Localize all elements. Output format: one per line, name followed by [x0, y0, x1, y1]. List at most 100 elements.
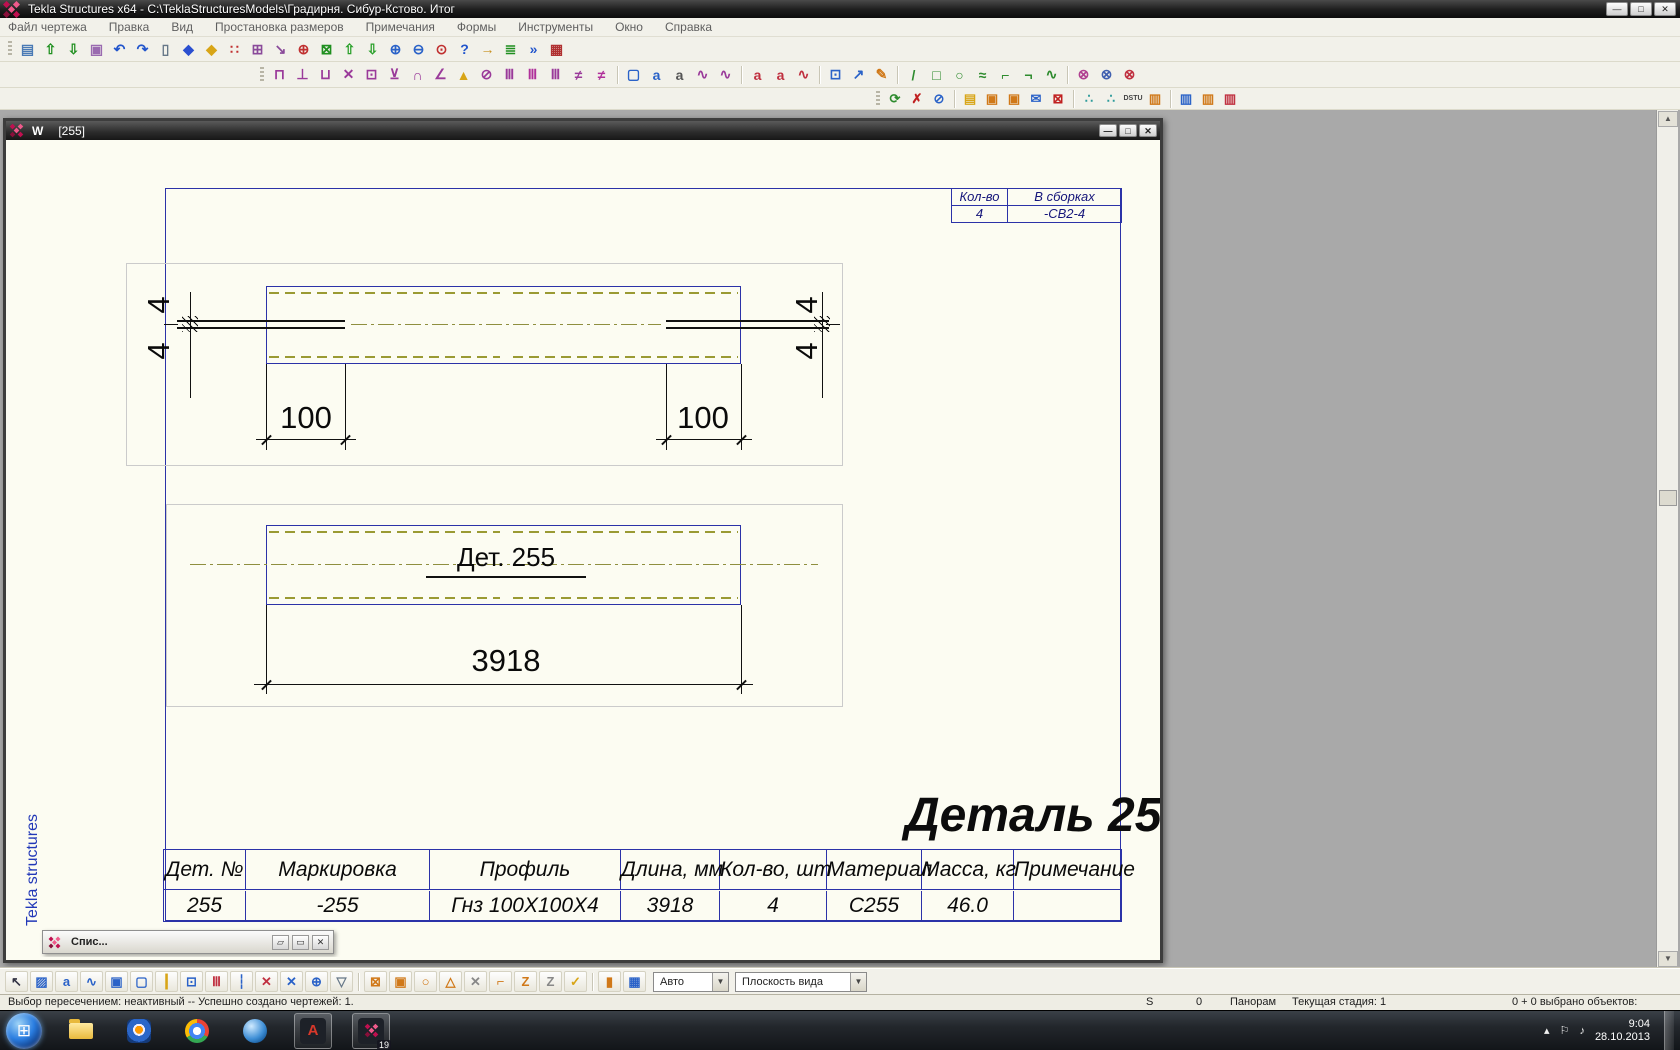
assembly-hierarchy-icon[interactable]: ∴ — [1101, 90, 1121, 108]
dim-unlink-icon[interactable]: ≠ — [591, 65, 612, 85]
work-plane-combobox[interactable]: Плоскость вида ▼ — [735, 972, 867, 992]
globe-app-icon[interactable] — [236, 1013, 274, 1049]
draw-polygon-icon[interactable]: ⌐ — [995, 65, 1016, 85]
drawing-list-icon[interactable]: ≣ — [500, 39, 521, 59]
dstu-export-icon[interactable]: DSTU — [1123, 90, 1143, 108]
select-hatch-icon[interactable]: ✕ — [280, 971, 303, 992]
marked-area-icon[interactable]: ▢ — [623, 65, 644, 85]
menu-item[interactable]: Файл чертежа — [8, 20, 87, 34]
depth-mode-combobox[interactable]: Авто ▼ — [653, 972, 729, 992]
dimension-3918[interactable]: 3918 — [416, 643, 596, 679]
snap-perpendicular-icon[interactable]: △ — [439, 971, 462, 992]
minimized-list-window[interactable]: Спис... ▱▭✕ — [42, 930, 334, 954]
folder-icon[interactable]: ▤ — [960, 90, 980, 108]
close-button[interactable]: ✕ — [1654, 2, 1676, 16]
detail-mark-icon[interactable]: ∿ — [715, 65, 736, 85]
maximize-button[interactable]: □ — [1630, 2, 1652, 16]
copy-drawing-icon[interactable]: ▤ — [17, 39, 38, 59]
dim-add-point-icon[interactable]: ⊔ — [315, 65, 336, 85]
select-all-switch-icon[interactable]: ↖ — [5, 971, 28, 992]
weld-mark-left[interactable] — [190, 292, 191, 398]
pan-view-icon[interactable]: ⊞ — [247, 39, 268, 59]
snap-z-off-icon[interactable]: Z — [539, 971, 562, 992]
hidden-icons-arrow[interactable]: ▴ — [1544, 1024, 1550, 1037]
draw-line-icon[interactable]: / — [903, 65, 924, 85]
toolbar-grip[interactable] — [876, 91, 880, 107]
autocad-icon[interactable]: A — [294, 1013, 332, 1049]
layout-red-icon[interactable]: ▥ — [1220, 90, 1240, 108]
menu-item[interactable]: Инструменты — [518, 20, 593, 34]
chevron-down-icon[interactable]: ▼ — [712, 973, 728, 991]
weld-size-text[interactable]: 4 — [792, 336, 822, 366]
minimize-button[interactable]: — — [1099, 124, 1117, 137]
draw-cloud-icon[interactable]: ∿ — [1041, 65, 1062, 85]
more-commands-icon[interactable]: » — [523, 39, 544, 59]
start-button[interactable]: ⊞ — [6, 1013, 42, 1049]
maximize-button[interactable]: ▭ — [292, 935, 309, 950]
dim-group-m-icon[interactable]: Ⅲ — [545, 65, 566, 85]
undo-icon[interactable]: ↶ — [109, 39, 130, 59]
tekla-taskbar-icon[interactable]: 19 — [352, 1013, 390, 1049]
text-note-line-icon[interactable]: a — [669, 65, 690, 85]
menu-item[interactable]: Правка — [109, 20, 150, 34]
symbol-icon[interactable]: ⊡ — [825, 65, 846, 85]
layout-orange-icon[interactable]: ▥ — [1145, 90, 1165, 108]
dim-group-icon[interactable]: Ⅲ — [499, 65, 520, 85]
select-lines-icon[interactable]: ∿ — [80, 971, 103, 992]
media-player-icon[interactable] — [120, 1013, 158, 1049]
plate-edge-right[interactable] — [666, 320, 829, 329]
maximize-button[interactable]: □ — [1119, 124, 1137, 137]
toolbar-grip[interactable] — [8, 41, 12, 57]
select-dimensions-icon[interactable]: Ⅲ — [205, 971, 228, 992]
taskbar-clock[interactable]: 9:04 28.10.2013 — [1595, 1018, 1654, 1044]
language-flag-icon[interactable]: ⚐ — [1560, 1024, 1570, 1037]
menu-item[interactable]: Вид — [171, 20, 193, 34]
menu-item[interactable]: Формы — [457, 20, 496, 34]
scroll-up-icon[interactable]: ▲ — [1658, 111, 1678, 127]
link-down-icon[interactable]: ⇩ — [362, 39, 383, 59]
quantity-table-cell[interactable]: 4 — [952, 206, 1008, 222]
colored-marks-icon[interactable]: ∷ — [224, 39, 245, 59]
select-filter-icon[interactable]: ▽ — [330, 971, 353, 992]
save-package-icon[interactable]: ⇩ — [63, 39, 84, 59]
snap-geometry-icon[interactable]: ▣ — [389, 971, 412, 992]
dim-angle-icon[interactable]: ∠ — [430, 65, 451, 85]
layout-bars-icon[interactable]: ▥ — [1198, 90, 1218, 108]
link-up-icon[interactable]: ⇧ — [339, 39, 360, 59]
chevron-down-icon[interactable]: ▼ — [850, 973, 866, 991]
dim-group-x-icon[interactable]: Ⅲ — [522, 65, 543, 85]
part-label[interactable]: Дет. 255 — [426, 542, 586, 578]
table-layout-icon[interactable]: ▦ — [546, 39, 567, 59]
drawing-title[interactable]: Деталь 255 — [905, 788, 1160, 843]
snap-corner-icon[interactable]: ⌐ — [489, 971, 512, 992]
snap-z-icon[interactable]: Z — [514, 971, 537, 992]
update-marks-icon[interactable]: ⟳ — [885, 90, 905, 108]
parts-table-cell[interactable]: 46.0 — [922, 891, 1014, 922]
dim-cone-icon[interactable]: ▲ — [453, 65, 474, 85]
clean-drawing-icon[interactable]: ⊘ — [929, 90, 949, 108]
assoc-note2-icon[interactable]: a — [770, 65, 791, 85]
toolbar-grip[interactable] — [260, 67, 264, 83]
snap-extension-icon[interactable]: ✕ — [464, 971, 487, 992]
grid-snap-toggle-icon[interactable]: ▦ — [623, 971, 646, 992]
select-area-icon[interactable]: ▨ — [30, 971, 53, 992]
select-welds-icon[interactable]: ✕ — [255, 971, 278, 992]
redo-icon[interactable]: ↷ — [132, 39, 153, 59]
select-views-icon[interactable]: ⊡ — [180, 971, 203, 992]
level-mark-icon[interactable]: ↗ — [848, 65, 869, 85]
weld-size-text[interactable]: 4 — [144, 336, 174, 366]
restore-button[interactable]: ▱ — [272, 935, 289, 950]
dim-auto-icon[interactable]: ⊘ — [476, 65, 497, 85]
comment-icon[interactable]: ✉ — [1026, 90, 1046, 108]
menu-item[interactable]: Окно — [615, 20, 643, 34]
delete-view-icon[interactable]: ⊠ — [1048, 90, 1068, 108]
wizard-icon[interactable]: ▯ — [155, 39, 176, 59]
dim-dual-icon[interactable]: ⊻ — [384, 65, 405, 85]
menu-item[interactable]: Простановка размеров — [215, 20, 344, 34]
hide-mark-icon[interactable]: ⊗ — [1119, 65, 1140, 85]
mdi-scrollbar[interactable]: ▲ ▼ — [1656, 110, 1678, 968]
weld-size-text[interactable]: 4 — [792, 290, 822, 320]
scrollbar-thumb[interactable] — [1659, 490, 1677, 506]
snap-nearest-icon[interactable]: ○ — [414, 971, 437, 992]
dim-aligned-icon[interactable]: ⊥ — [292, 65, 313, 85]
